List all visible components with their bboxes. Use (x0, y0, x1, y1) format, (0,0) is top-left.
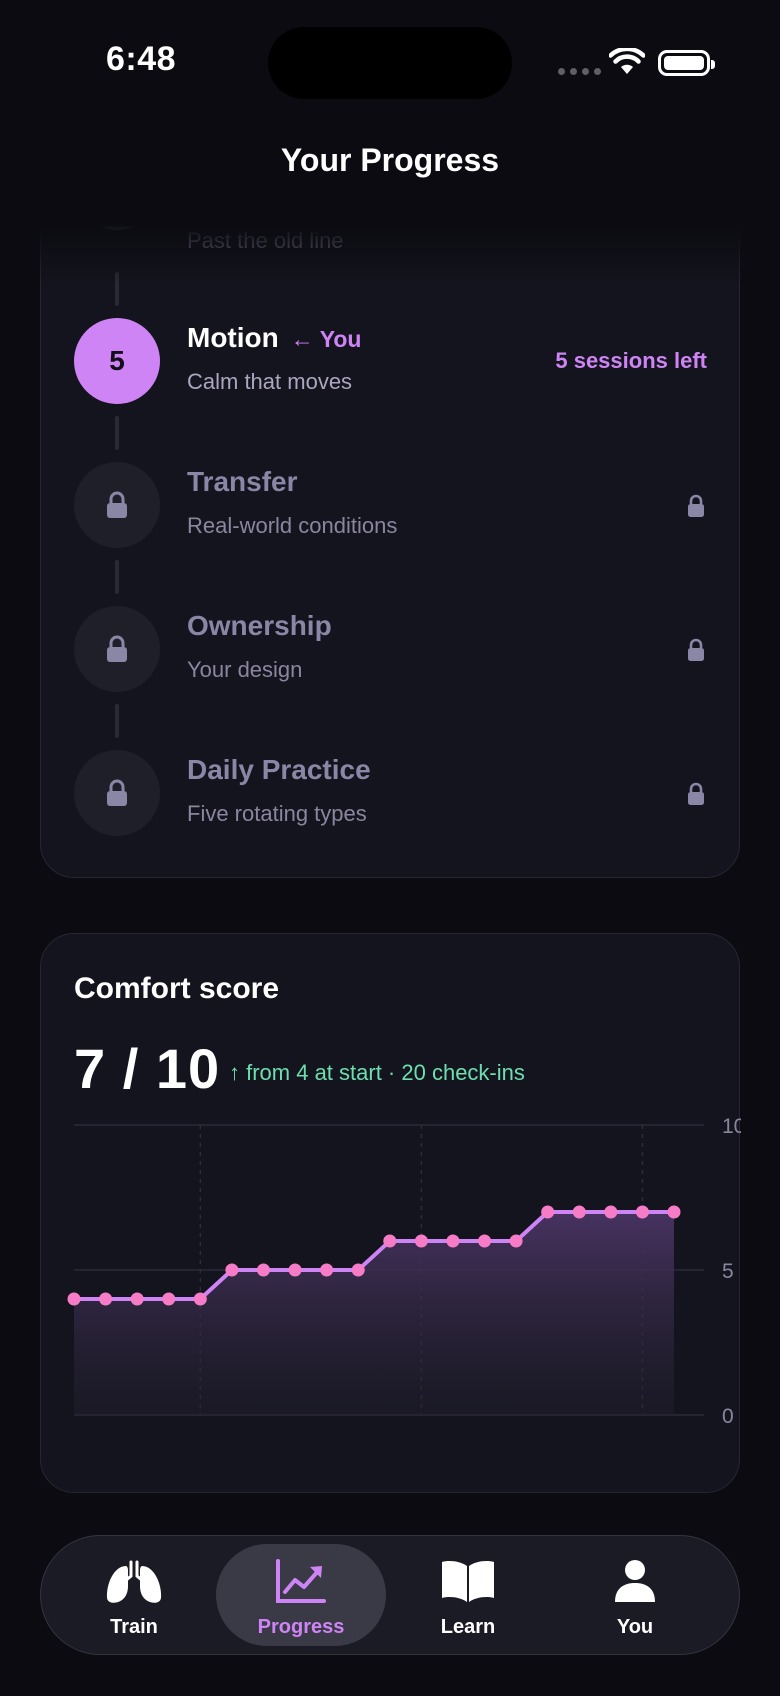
chart-data-point (288, 1263, 302, 1277)
chart-data-point (193, 1292, 207, 1306)
phase-name: Ownership (187, 610, 332, 641)
battery-icon (658, 50, 715, 76)
chart-data-point (256, 1263, 270, 1277)
chart-y-tick-label: 0 (722, 1405, 734, 1424)
comfort-title: Comfort score (74, 972, 280, 1005)
chart-data-point (604, 1205, 618, 1219)
chart-y-tick-label: 5 (722, 1260, 734, 1283)
phase-subtitle: Past the old line (187, 228, 344, 253)
tab-label: Learn (440, 1616, 496, 1638)
phase-row-completed[interactable]: Past the old line (41, 225, 741, 253)
tab-train[interactable]: Train (49, 1544, 219, 1646)
phase-name-text: Motion (187, 322, 279, 353)
phase-subtitle: Calm that moves (187, 369, 353, 394)
progress-scroll-area[interactable]: Past the old line 5 Motion ← You Calm tha… (0, 225, 780, 1525)
phase-name: Transfer (187, 466, 298, 497)
comfort-chart: 10507 Sep14 Sep... (67, 1115, 741, 1424)
phase-connector (115, 272, 119, 306)
tab-progress[interactable]: Progress (216, 1544, 386, 1646)
chart-data-point (130, 1292, 144, 1306)
tab-bar: Train Progress Learn You (40, 1535, 740, 1655)
chart-data-point (383, 1234, 397, 1248)
comfort-score-value: 7 / 10 (74, 1037, 221, 1100)
cellular-signal-icon (558, 68, 601, 75)
tab-learn[interactable]: Learn (383, 1544, 553, 1646)
phase-connector (115, 704, 119, 738)
chart-data-point (414, 1234, 428, 1248)
chart-data-point (541, 1205, 555, 1219)
phase-subtitle: Real-world conditions (187, 513, 398, 538)
chart-data-point (162, 1292, 176, 1306)
chart-data-point (667, 1205, 681, 1219)
chart-data-point (99, 1292, 113, 1306)
phase-row-transfer[interactable]: Transfer Real-world conditions (41, 462, 741, 552)
phase-subtitle: Five rotating types (187, 801, 367, 826)
phase-number: 5 (109, 345, 125, 376)
tab-label: Train (110, 1616, 158, 1638)
wifi-icon (609, 48, 645, 74)
person-icon (615, 1560, 655, 1602)
phase-connector (115, 416, 119, 450)
chart-data-point (509, 1234, 523, 1248)
dynamic-island (268, 27, 512, 99)
chart-data-point (320, 1263, 334, 1277)
you-indicator: ← You (290, 326, 362, 352)
lock-icon (107, 491, 127, 518)
chart-y-tick-label: 10 (722, 1115, 741, 1138)
phase-row-motion[interactable]: 5 Motion ← You Calm that moves 5 sessions… (41, 318, 741, 408)
phase-row-ownership[interactable]: Ownership Your design (41, 606, 741, 696)
lungs-icon (106, 1560, 162, 1603)
tab-label: Progress (257, 1616, 345, 1638)
chart-data-point (225, 1263, 239, 1277)
sessions-left-label: 5 sessions left (555, 348, 707, 373)
status-bar: 6:48 (0, 0, 780, 120)
chart-data-point (67, 1292, 81, 1306)
phase-number-badge: 5 (74, 318, 160, 404)
lock-icon (688, 494, 704, 517)
phase-row-daily-practice[interactable]: Daily Practice Five rotating types (41, 750, 741, 840)
status-time: 6:48 (106, 40, 177, 78)
phases-card: Past the old line 5 Motion ← You Calm tha… (40, 225, 740, 878)
book-icon (442, 1561, 494, 1602)
phase-locked-badge (74, 606, 160, 692)
tab-label: You (616, 1616, 654, 1638)
phase-name: Motion ← You (187, 322, 361, 354)
chart-data-point (478, 1234, 492, 1248)
chart-data-point (446, 1234, 460, 1248)
chart-area (74, 1212, 674, 1415)
chart-data-point (635, 1205, 649, 1219)
phase-complete-badge (74, 225, 160, 230)
comfort-score-trend: ↑ from 4 at start · 20 check-ins (229, 1060, 525, 1085)
lock-icon (107, 779, 127, 806)
lock-icon (688, 638, 704, 661)
comfort-score-card: Comfort score 7 / 10 ↑ from 4 at start ·… (40, 933, 741, 1493)
chart-data-point (351, 1263, 365, 1277)
lock-icon (107, 635, 127, 662)
tab-you[interactable]: You (550, 1544, 720, 1646)
phase-locked-badge (74, 462, 160, 548)
chart-data-point (572, 1205, 586, 1219)
page-title: Your Progress (280, 142, 500, 178)
chart-trend-icon (276, 1559, 326, 1603)
phase-locked-badge (74, 750, 160, 836)
lock-icon (688, 782, 704, 805)
phase-subtitle: Your design (187, 657, 303, 682)
phase-name: Daily Practice (187, 754, 371, 785)
phase-connector (115, 560, 119, 594)
